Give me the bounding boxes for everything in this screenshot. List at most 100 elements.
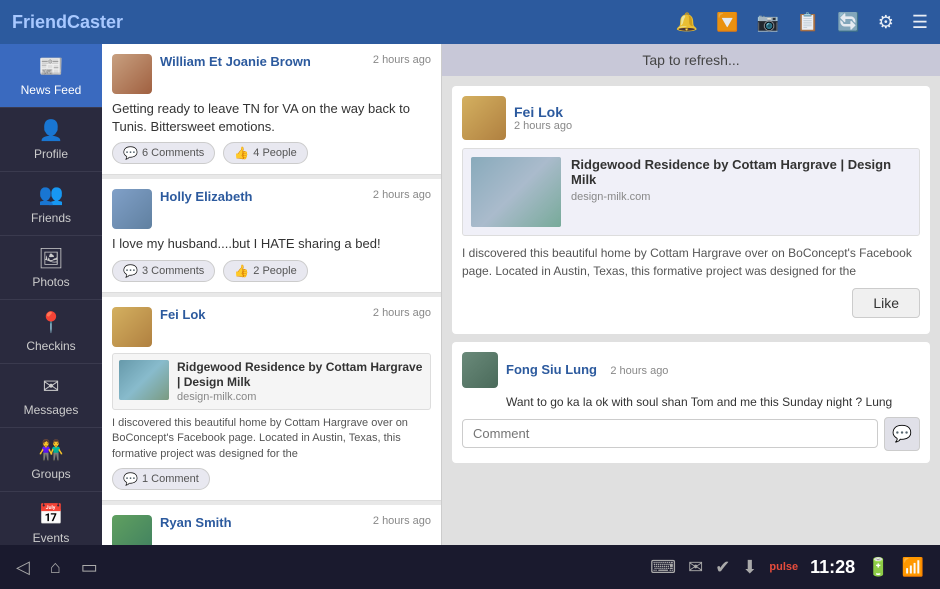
comments-btn-fei[interactable]: 💬 1 Comment <box>112 468 210 490</box>
comment-send-button[interactable]: 💬 <box>884 417 920 451</box>
avatar-ryan <box>112 515 152 545</box>
like-button[interactable]: Like <box>852 288 920 318</box>
share-icon[interactable]: 📋 <box>797 12 819 33</box>
comment-icon-fei: 💬 <box>123 472 138 486</box>
detail-post-name[interactable]: Fei Lok <box>514 104 920 120</box>
detail-panel: Tap to refresh... Fei Lok 2 hours ago Ri… <box>442 44 940 545</box>
checkins-icon: 📍 <box>39 310 64 335</box>
comment-icon: 💬 <box>123 146 138 160</box>
bottom-bar-left: ◁ ⌂ ▭ <box>16 557 98 578</box>
detail-comment-avatar <box>462 352 498 388</box>
photos-icon: 🖼 <box>38 246 63 271</box>
detail-avatar-fei <box>462 96 506 140</box>
bottom-bar: ◁ ⌂ ▭ ⌨ ✉ ✔ ⬇ pulse 11:28 🔋 📶 <box>0 545 940 589</box>
detail-link-card[interactable]: Ridgewood Residence by Cottam Hargrave |… <box>462 148 920 236</box>
sidebar-item-groups[interactable]: 👫 Groups <box>0 428 102 492</box>
recents-icon[interactable]: ▭ <box>81 557 98 578</box>
detail-content: Fei Lok 2 hours ago Ridgewood Residence … <box>442 76 940 545</box>
likes-label-william: 4 People <box>253 147 296 159</box>
groups-icon: 👫 <box>39 438 64 463</box>
settings-icon[interactable]: ⚙ <box>878 12 894 33</box>
feed-link-fei[interactable]: Ridgewood Residence by Cottam Hargrave |… <box>112 353 431 410</box>
feed-item-ryan: 2 hours ago Ryan Smith Testing out Start… <box>102 505 441 545</box>
comments-btn-holly[interactable]: 💬 3 Comments <box>112 260 215 282</box>
pulse-label[interactable]: pulse <box>769 561 798 573</box>
sidebar-label-events: Events <box>33 531 70 545</box>
bottom-bar-right: ⌨ ✉ ✔ ⬇ pulse 11:28 🔋 📶 <box>650 557 924 578</box>
feed-time-ryan: 2 hours ago <box>373 515 431 527</box>
refresh-bar[interactable]: Tap to refresh... <box>442 44 940 76</box>
feed-item-fei: 2 hours ago Fei Lok Ridgewood Residence … <box>102 297 441 501</box>
messages-icon: ✉ <box>43 374 60 399</box>
feed-text-william: Getting ready to leave TN for VA on the … <box>112 100 431 136</box>
battery-icon: 🔋 <box>867 557 889 578</box>
sidebar-label-checkins: Checkins <box>26 339 75 353</box>
comment-input[interactable] <box>462 419 878 448</box>
feed-desc-fei: I discovered this beautiful home by Cott… <box>112 416 431 462</box>
download-icon[interactable]: ⬇ <box>742 557 757 578</box>
feed-actions-william: 💬 6 Comments 👍 4 People <box>112 142 431 164</box>
sidebar-item-profile[interactable]: 👤 Profile <box>0 108 102 172</box>
main-area: 📰 News Feed 👤 Profile 👥 Friends 🖼 Photos… <box>0 44 940 545</box>
detail-comment: Fong Siu Lung 2 hours ago Want to go ka … <box>452 342 930 463</box>
feed-time-fei: 2 hours ago <box>373 307 431 319</box>
sidebar-item-events[interactable]: 📅 Events <box>0 492 102 545</box>
comment-time: 2 hours ago <box>610 365 668 377</box>
sidebar-item-checkins[interactable]: 📍 Checkins <box>0 300 102 364</box>
feed-item-holly: 2 hours ago Holly Elizabeth I love my hu… <box>102 179 441 292</box>
detail-post-time: 2 hours ago <box>514 120 920 132</box>
send-icon: 💬 <box>892 424 912 444</box>
feed-link-thumb-fei <box>119 360 169 400</box>
sidebar-label-groups: Groups <box>31 467 70 481</box>
comments-label-fei: 1 Comment <box>142 473 199 485</box>
profile-icon: 👤 <box>39 118 64 143</box>
avatar-holly <box>112 189 152 229</box>
keyboard-icon[interactable]: ⌨ <box>650 557 676 578</box>
sidebar-label-photos: Photos <box>32 275 69 289</box>
feed-time-william: 2 hours ago <box>373 54 431 66</box>
sidebar-item-messages[interactable]: ✉ Messages <box>0 364 102 428</box>
refresh-icon[interactable]: 🔄 <box>837 12 859 33</box>
news-feed-icon: 📰 <box>39 54 64 79</box>
menu-icon[interactable]: ☰ <box>912 12 928 33</box>
clock-display: 11:28 <box>810 557 855 578</box>
logo-second: Caster <box>67 12 123 32</box>
comment-name[interactable]: Fong Siu Lung <box>506 362 597 377</box>
feed-time-holly: 2 hours ago <box>373 189 431 201</box>
sidebar-label-news-feed: News Feed <box>21 83 82 97</box>
like-icon: 👍 <box>234 146 249 160</box>
sidebar-label-messages: Messages <box>24 403 79 417</box>
sidebar-item-friends[interactable]: 👥 Friends <box>0 172 102 236</box>
feed-link-title-fei: Ridgewood Residence by Cottam Hargrave |… <box>177 360 424 391</box>
detail-link-info: Ridgewood Residence by Cottam Hargrave |… <box>571 157 911 227</box>
like-icon-holly: 👍 <box>234 264 249 278</box>
notifications-icon[interactable]: 🔔 <box>676 12 698 33</box>
feed-actions-fei: 💬 1 Comment <box>112 468 431 490</box>
top-bar: FriendCaster 🔔 🔽 📷 📋 🔄 ⚙ ☰ <box>0 0 940 44</box>
comments-btn-william[interactable]: 💬 6 Comments <box>112 142 215 164</box>
detail-link-thumb <box>471 157 561 227</box>
likes-btn-holly[interactable]: 👍 2 People <box>223 260 307 282</box>
camera-icon[interactable]: 📷 <box>756 12 778 33</box>
comments-label-holly: 3 Comments <box>142 265 204 277</box>
comment-icon-holly: 💬 <box>123 264 138 278</box>
signal-icon: 📶 <box>902 557 924 578</box>
feed-panel: 2 hours ago William Et Joanie Brown Gett… <box>102 44 442 545</box>
sidebar-item-news-feed[interactable]: 📰 News Feed <box>0 44 102 108</box>
avatar-william <box>112 54 152 94</box>
filter-icon[interactable]: 🔽 <box>716 12 738 33</box>
comment-input-row: 💬 <box>462 411 920 453</box>
email-icon[interactable]: ✉ <box>688 557 703 578</box>
home-icon[interactable]: ⌂ <box>50 557 61 578</box>
sidebar-item-photos[interactable]: 🖼 Photos <box>0 236 102 300</box>
likes-btn-william[interactable]: 👍 4 People <box>223 142 307 164</box>
comments-label-william: 6 Comments <box>142 147 204 159</box>
check-icon[interactable]: ✔ <box>715 557 730 578</box>
sidebar: 📰 News Feed 👤 Profile 👥 Friends 🖼 Photos… <box>0 44 102 545</box>
events-icon: 📅 <box>39 502 64 527</box>
feed-item-william: 2 hours ago William Et Joanie Brown Gett… <box>102 44 441 175</box>
back-icon[interactable]: ◁ <box>16 557 30 578</box>
detail-post-text: I discovered this beautiful home by Cott… <box>462 244 920 280</box>
avatar-fei <box>112 307 152 347</box>
likes-label-holly: 2 People <box>253 265 296 277</box>
